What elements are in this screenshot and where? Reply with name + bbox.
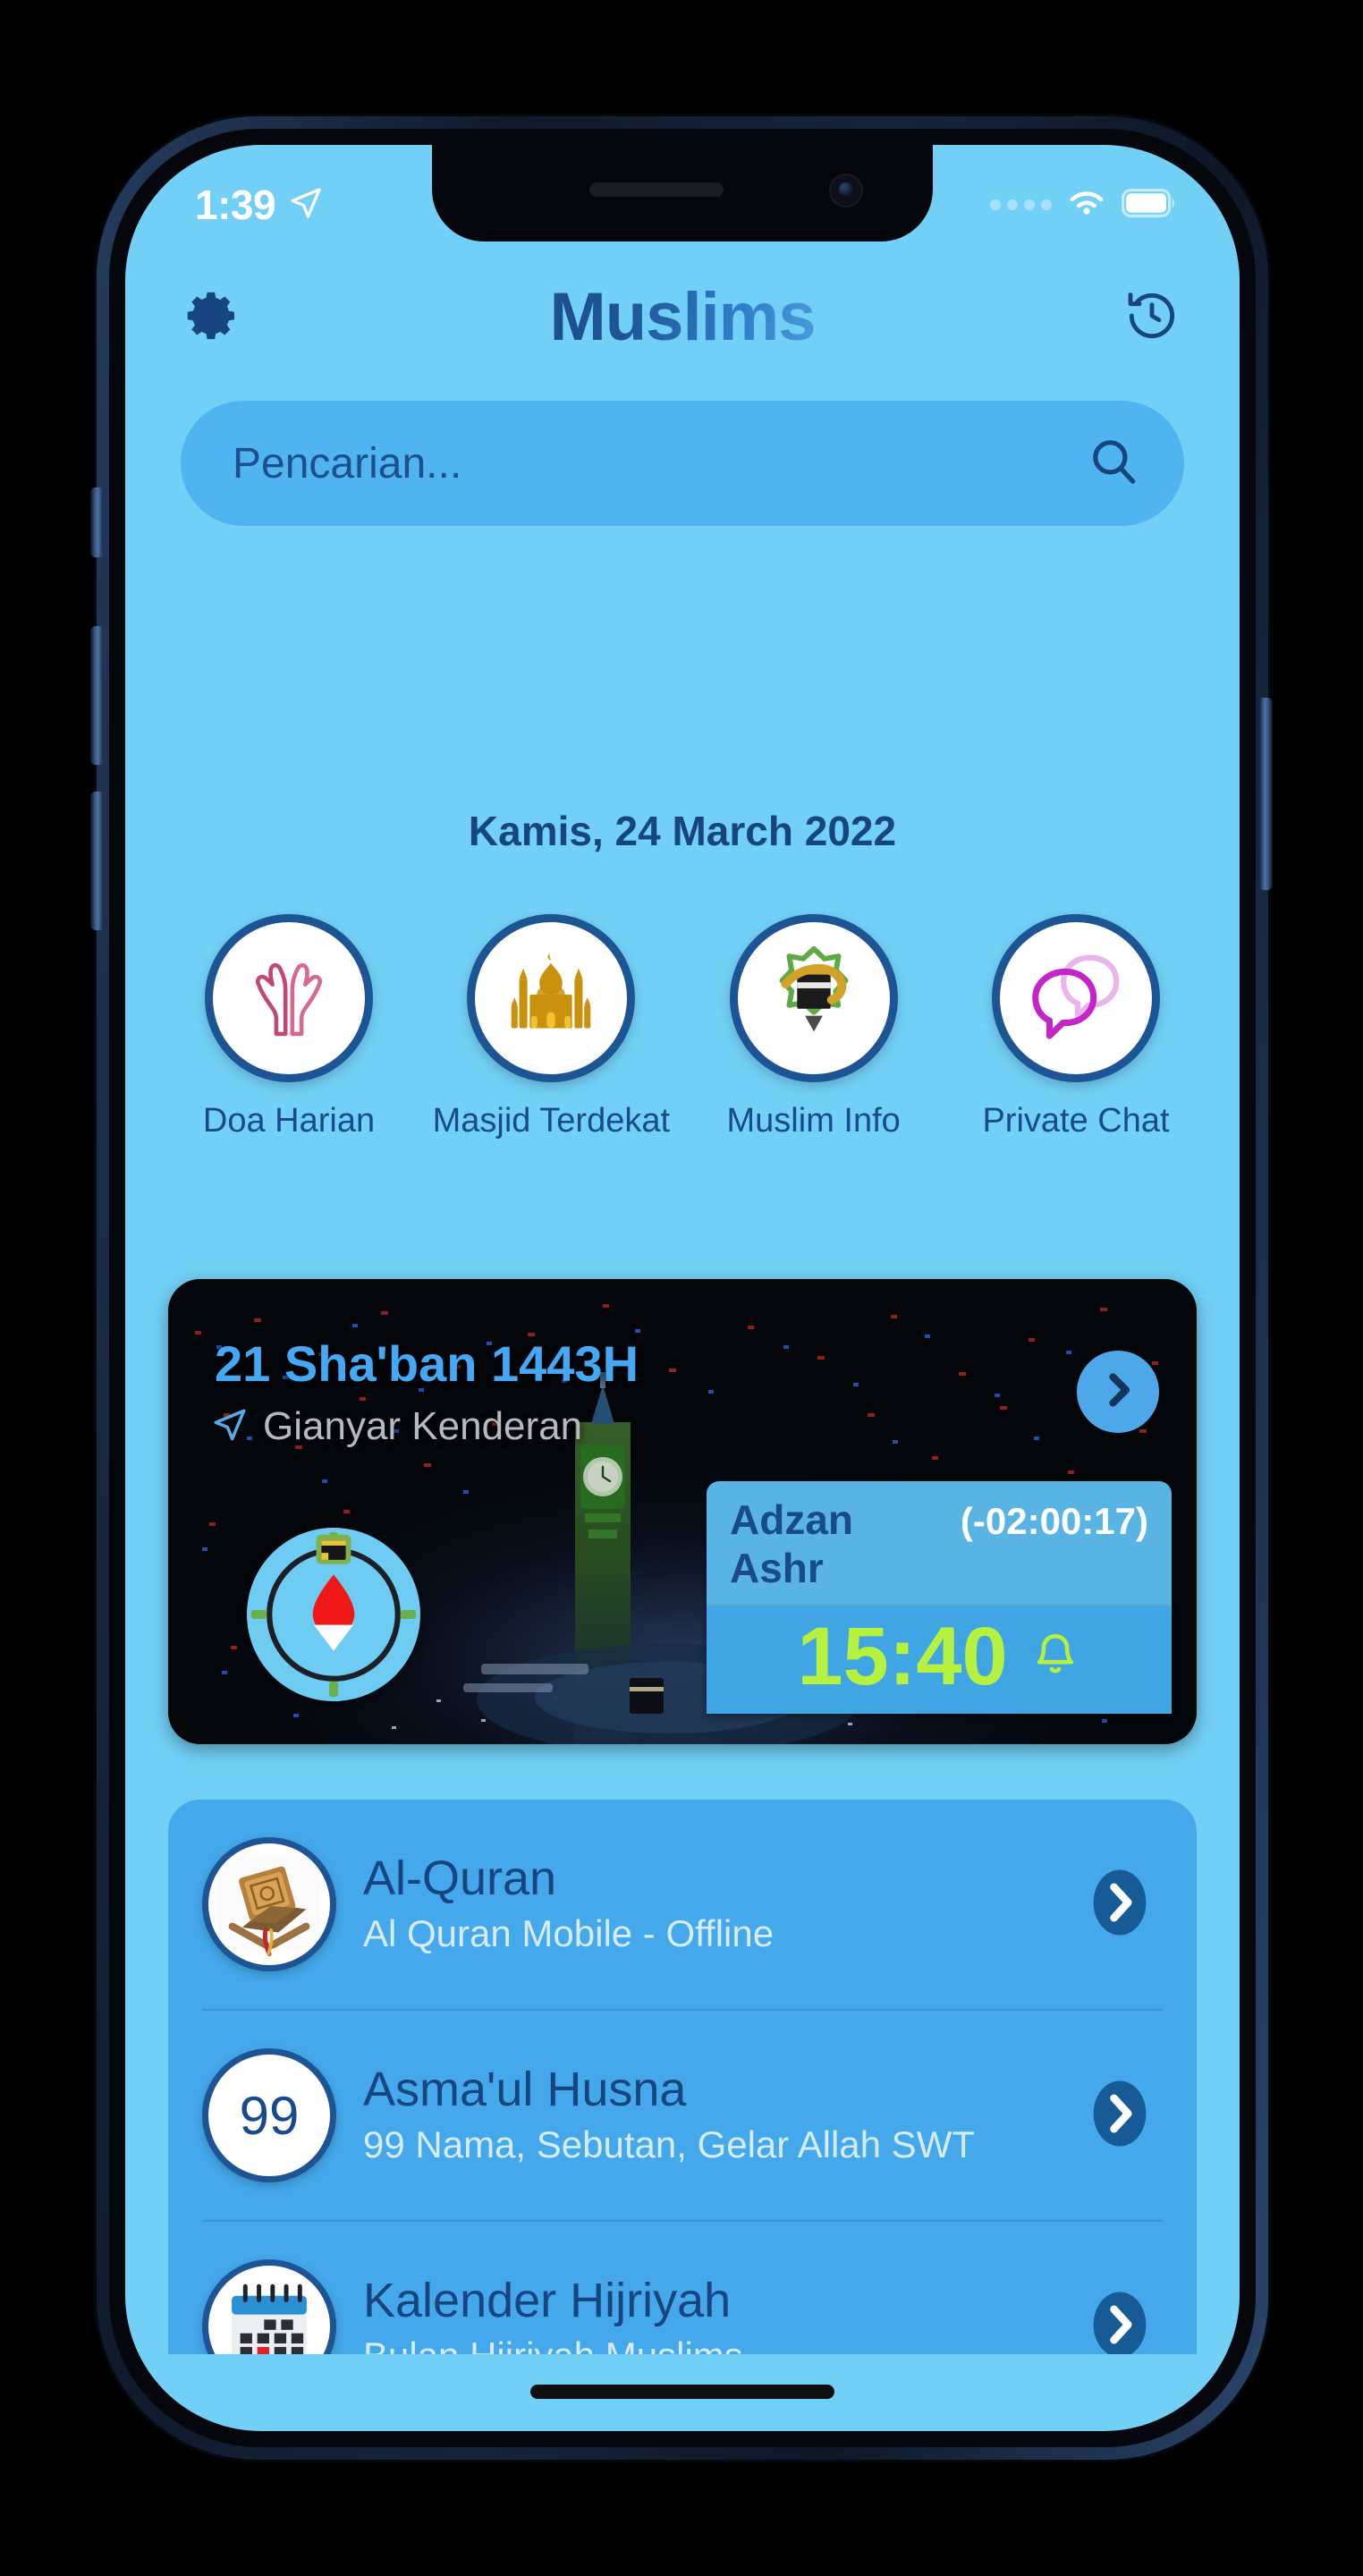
- location-arrow-icon: [211, 1406, 249, 1448]
- feature-menu-list: Al-Quran Al Quran Mobile - Offline 99 As…: [168, 1800, 1197, 2354]
- hijri-date: 21 Sha'ban 1443H: [215, 1335, 639, 1392]
- status-bar-left: 1:39: [195, 181, 324, 229]
- menu-item-badge-text: 99: [239, 2085, 300, 2146]
- history-button[interactable]: [1120, 285, 1184, 350]
- quick-action-doa-harian[interactable]: Doa Harian: [168, 914, 410, 1140]
- menu-item-texts: Kalender Hijriyah Bulan Hijriyah Muslims: [363, 2274, 1050, 2354]
- quick-action-icon-wrap: [467, 914, 636, 1082]
- signal-dots-icon: [990, 199, 1052, 210]
- current-date: Kamis, 24 March 2022: [468, 808, 897, 854]
- notch: [432, 145, 933, 242]
- wifi-icon: [1066, 187, 1107, 224]
- 99-badge-icon: 99: [202, 2048, 336, 2182]
- volume-up-button[interactable]: [90, 626, 103, 765]
- quick-action-muslim-info[interactable]: Muslim Info: [693, 914, 935, 1140]
- praying-hands-icon: [234, 942, 343, 1055]
- quick-action-masjid-terdekat[interactable]: Masjid Terdekat: [430, 914, 672, 1140]
- search-input[interactable]: [233, 438, 1086, 488]
- location-arrow-icon: [288, 185, 324, 225]
- menu-item-title: Asma'ul Husna: [363, 2062, 687, 2116]
- next-prayer-time: 15:40: [797, 1611, 1008, 1702]
- calendar-icon: [202, 2259, 336, 2354]
- menu-item-title: Kalender Hijriyah: [363, 2273, 732, 2327]
- volume-down-button[interactable]: [90, 792, 103, 930]
- menu-item-al-quran[interactable]: Al-Quran Al Quran Mobile - Offline: [202, 1800, 1163, 2011]
- search-icon[interactable]: [1086, 434, 1141, 494]
- next-prayer-name: Adzan Ashr: [730, 1496, 853, 1591]
- quran-book-icon: [202, 1837, 336, 1971]
- menu-item-texts: Al-Quran Al Quran Mobile - Offline: [363, 1852, 1050, 1958]
- menu-item-texts: Asma'ul Husna 99 Nama, Sebutan, Gelar Al…: [363, 2063, 1050, 2169]
- quick-actions-row: Doa Harian Masjid Terdekat Muslim Info P…: [168, 914, 1197, 1140]
- chevron-right-icon: [1081, 1864, 1158, 1945]
- quick-action-private-chat[interactable]: Private Chat: [955, 914, 1197, 1140]
- power-button[interactable]: [1260, 698, 1273, 890]
- page-title: Muslims: [549, 279, 816, 355]
- kaaba-star-icon: [758, 940, 870, 1057]
- search-section: [181, 401, 1184, 526]
- menu-item-title: Al-Quran: [363, 1851, 557, 1905]
- app-header: Muslims: [125, 268, 1240, 367]
- battery-full-icon: [1122, 188, 1177, 222]
- banner-location-text: Gianyar Kenderan: [263, 1404, 583, 1448]
- chevron-right-icon: [1081, 2075, 1158, 2157]
- front-camera: [829, 174, 863, 208]
- next-prayer-header: Adzan Ashr (-02:00:17): [707, 1481, 1172, 1606]
- next-prayer-countdown: (-02:00:17): [960, 1500, 1148, 1542]
- chat-bubbles-icon: [1020, 940, 1132, 1057]
- prayer-banner[interactable]: 21 Sha'ban 1443H Gianyar Kenderan Adzan …: [168, 1279, 1197, 1744]
- settings-button[interactable]: [181, 285, 245, 350]
- qibla-compass-icon[interactable]: [247, 1528, 420, 1701]
- menu-item-arrow-button[interactable]: [1077, 2072, 1163, 2158]
- next-prayer-time-row: 15:40: [707, 1606, 1172, 1714]
- home-indicator[interactable]: [530, 2385, 834, 2399]
- quick-action-icon-wrap: [205, 914, 373, 1082]
- search-bar[interactable]: [181, 401, 1184, 526]
- quick-action-icon-wrap: [729, 914, 898, 1082]
- gear-icon: [184, 287, 241, 349]
- history-clock-icon: [1123, 287, 1181, 349]
- banner-next-button[interactable]: [1077, 1351, 1159, 1433]
- mosque-icon: [495, 940, 607, 1057]
- menu-item-subtitle: Al Quran Mobile - Offline: [363, 1911, 775, 1954]
- quick-action-label: Masjid Terdekat: [432, 1102, 671, 1140]
- banner-location: Gianyar Kenderan: [211, 1404, 582, 1449]
- menu-item-arrow-button[interactable]: [1077, 2284, 1163, 2354]
- menu-item-arrow-button[interactable]: [1077, 1861, 1163, 1947]
- menu-item-subtitle: 99 Nama, Sebutan, Gelar Allah SWT: [363, 2123, 975, 2165]
- earpiece-speaker: [589, 182, 724, 197]
- bell-icon[interactable]: [1029, 1629, 1081, 1685]
- phone-screen: 1:39 Muslims Pencarian... Kamis, 24 Marc…: [125, 145, 1240, 2431]
- screenshot-root: 1:39 Muslims Pencarian... Kamis, 24 Marc…: [0, 0, 1363, 2576]
- status-bar-clock: 1:39: [195, 182, 276, 228]
- mute-switch-button[interactable]: [90, 487, 103, 557]
- status-bar-right: [990, 187, 1177, 224]
- quick-action-icon-wrap: [991, 914, 1160, 1082]
- menu-item-kalender-hijriyah[interactable]: Kalender Hijriyah Bulan Hijriyah Muslims: [202, 2222, 1163, 2354]
- next-prayer-widget[interactable]: Adzan Ashr (-02:00:17) 15:40: [707, 1481, 1172, 1714]
- menu-item-subtitle: Bulan Hijriyah Muslims: [363, 2333, 1050, 2354]
- chevron-right-icon: [1081, 2286, 1158, 2354]
- quick-action-label: Muslim Info: [726, 1102, 901, 1140]
- quick-action-label: Private Chat: [982, 1102, 1170, 1140]
- chevron-right-icon: [1094, 1366, 1142, 1419]
- quick-action-label: Doa Harian: [202, 1102, 376, 1140]
- menu-item-asmaul-husna[interactable]: 99 Asma'ul Husna 99 Nama, Sebutan, Gelar…: [202, 2011, 1163, 2222]
